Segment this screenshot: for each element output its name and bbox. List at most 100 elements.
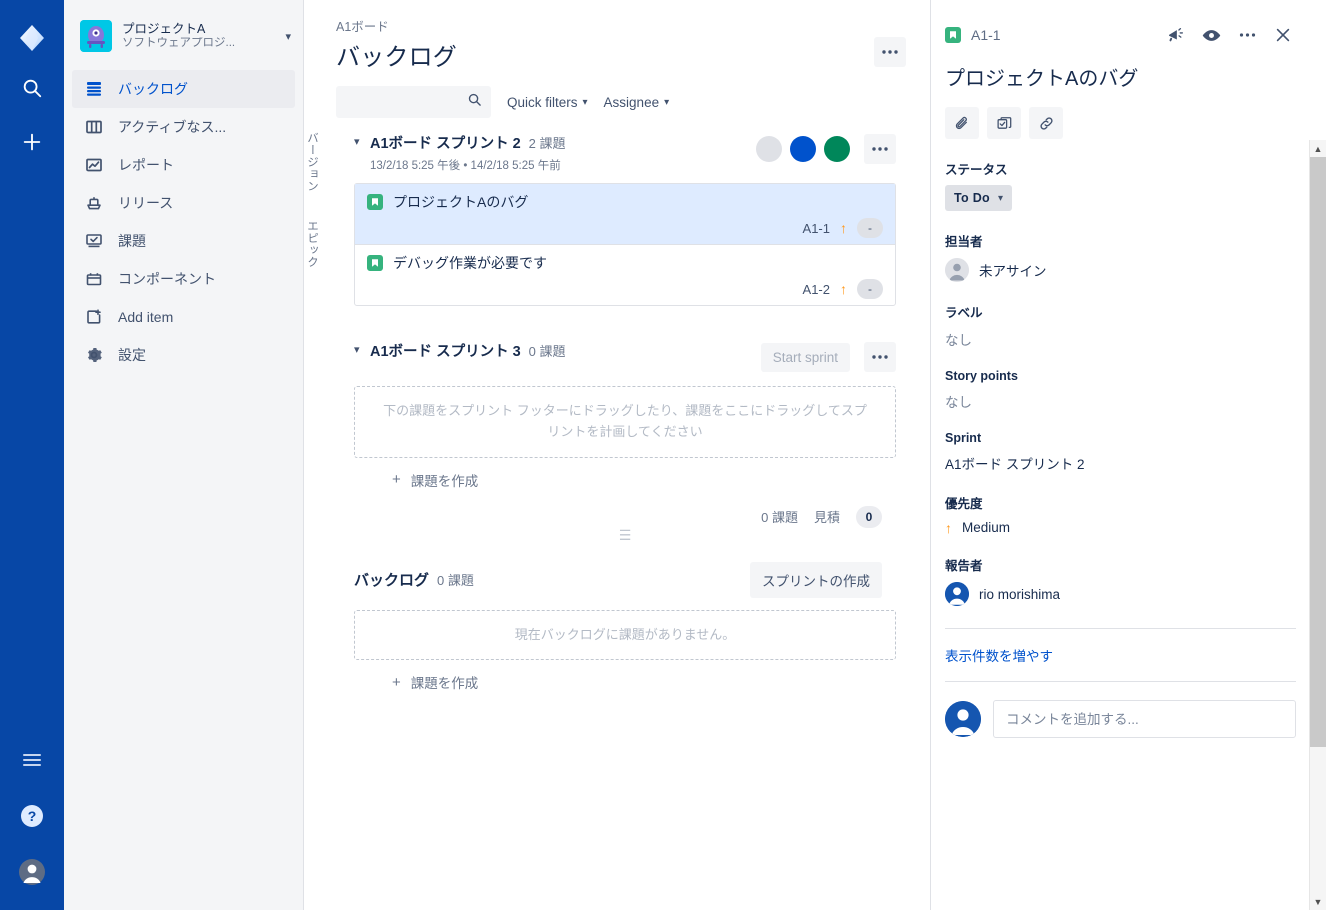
- watch-eye-icon[interactable]: [1198, 22, 1224, 48]
- close-icon[interactable]: [1270, 22, 1296, 48]
- project-sidebar: プロジェクトA ソフトウェアプロジ... ▾ バックログ アクティブなス...: [64, 0, 304, 910]
- create-icon[interactable]: [12, 122, 52, 162]
- sprint-title-row: A1ボード スプリント 3 0 課題: [370, 340, 761, 361]
- project-text: プロジェクトA ソフトウェアプロジ...: [122, 22, 275, 50]
- page-more-button[interactable]: [874, 37, 906, 67]
- reporter-value-row[interactable]: rio morishima: [945, 582, 1296, 606]
- scrollbar-thumb[interactable]: [1310, 157, 1326, 747]
- sprint-issue-list: プロジェクトAのバグ A1-1 ↑ - デバッグ作業が必要です A1-2 ↑ -: [354, 183, 896, 306]
- jira-logo[interactable]: [16, 22, 48, 54]
- story-points-field: Story points なし: [945, 369, 1296, 411]
- story-icon: [367, 194, 383, 210]
- project-switcher[interactable]: プロジェクトA ソフトウェアプロジ... ▾: [64, 16, 303, 56]
- drag-handle-icon[interactable]: ☰: [619, 528, 632, 542]
- issue-key[interactable]: A1-1: [803, 221, 830, 236]
- sidebar-item-active-sprints[interactable]: アクティブなス...: [72, 108, 295, 146]
- scroll-up-arrow-icon[interactable]: ▲: [1310, 140, 1326, 157]
- priority-medium-up-arrow-icon[interactable]: ↑: [840, 282, 847, 296]
- breadcrumb[interactable]: A1ボード: [336, 16, 906, 35]
- table-row[interactable]: デバッグ作業が必要です A1-2 ↑ -: [355, 245, 895, 305]
- child-issue-icon[interactable]: [987, 107, 1021, 139]
- status-dot-inprogress[interactable]: [790, 136, 816, 162]
- sprint-more-button[interactable]: [864, 134, 896, 164]
- menu-icon[interactable]: [12, 740, 52, 780]
- priority-medium-up-arrow-icon[interactable]: ↑: [840, 221, 847, 235]
- status-badge[interactable]: To Do ▾: [945, 185, 1013, 211]
- sidebar-item-reports[interactable]: レポート: [72, 146, 295, 184]
- create-issue-button[interactable]: + 課題を作成: [354, 660, 896, 692]
- table-row[interactable]: プロジェクトAのバグ A1-1 ↑ -: [355, 184, 895, 245]
- detail-header: A1-1: [945, 22, 1296, 48]
- chevron-down-icon[interactable]: ▾: [285, 30, 293, 43]
- detail-quick-actions: [945, 107, 1296, 139]
- sprint-footer-estimate-value[interactable]: 0: [856, 505, 882, 528]
- chevron-down-icon[interactable]: ▾: [354, 340, 370, 356]
- sprint-header-right: Start sprint: [760, 340, 896, 372]
- board-scroll-area: バージョン エピック ▾ A1ボード スプリント 2 2 課題 13/2/18 …: [304, 118, 930, 910]
- chevron-down-icon[interactable]: ▾: [354, 132, 370, 148]
- reporter-value: rio morishima: [979, 586, 1061, 602]
- sidebar-item-label: 課題: [118, 233, 146, 249]
- sidebar-item-add-item[interactable]: Add item: [72, 298, 295, 336]
- feedback-megaphone-icon[interactable]: [1162, 22, 1188, 48]
- comment-input[interactable]: [993, 700, 1296, 738]
- more-icon[interactable]: [1234, 22, 1260, 48]
- avatar: [945, 701, 981, 737]
- sidebar-item-releases[interactable]: リリース: [72, 184, 295, 222]
- sidebar-item-backlog[interactable]: バックログ: [72, 70, 295, 108]
- sprint-title[interactable]: A1ボード スプリント 2: [370, 132, 521, 153]
- labels-value[interactable]: なし: [945, 329, 1296, 349]
- detail-issue-key[interactable]: A1-1: [971, 27, 1001, 43]
- story-points-value[interactable]: なし: [945, 391, 1296, 411]
- reporter-field: 報告者 rio morishima: [945, 555, 1296, 606]
- assignee-label: 担当者: [945, 235, 983, 249]
- create-sprint-button[interactable]: スプリントの作成: [750, 561, 882, 598]
- sidebar-item-label: コンポーネント: [118, 271, 216, 287]
- issue-estimate[interactable]: -: [857, 279, 883, 299]
- sprint-issue-count: 0 課題: [528, 344, 566, 359]
- scrollbar[interactable]: ▲ ▼: [1309, 140, 1326, 910]
- sprint-dropzone[interactable]: 下の課題をスプリント フッターにドラッグしたり、課題をここにドラッグしてスプリン…: [354, 386, 896, 458]
- sprint-info: A1ボード スプリント 3 0 課題: [370, 340, 761, 361]
- quick-filters-dropdown[interactable]: Quick filters ▾: [507, 95, 588, 110]
- scroll-down-arrow-icon[interactable]: ▼: [1310, 893, 1326, 910]
- start-sprint-button[interactable]: Start sprint: [760, 342, 850, 372]
- sidebar-item-components[interactable]: コンポーネント: [72, 260, 295, 298]
- create-issue-button[interactable]: + 課題を作成: [354, 458, 896, 490]
- profile-icon[interactable]: [12, 852, 52, 892]
- sidebar-item-label: バックログ: [118, 81, 188, 97]
- story-icon: [367, 255, 383, 271]
- search-icon[interactable]: [12, 68, 52, 108]
- sprint-title[interactable]: A1ボード スプリント 3: [370, 340, 521, 361]
- link-issue-icon[interactable]: [1029, 107, 1063, 139]
- issue-summary: デバッグ作業が必要です: [393, 255, 547, 271]
- issue-estimate[interactable]: -: [857, 218, 883, 238]
- create-issue-label: 課題を作成: [410, 676, 479, 692]
- search-input[interactable]: [345, 94, 467, 110]
- assignee-value-row[interactable]: 未アサイン: [945, 258, 1296, 282]
- sidebar-item-label: Add item: [118, 309, 174, 325]
- backlog-section: バックログ 0 課題 スプリントの作成 現在バックログに課題がありません。 + …: [354, 561, 896, 693]
- issue-key[interactable]: A1-2: [803, 282, 830, 297]
- sprint-footer-count: 0 課題: [761, 510, 798, 526]
- assignee-dropdown[interactable]: Assignee ▾: [604, 95, 670, 110]
- show-more-link[interactable]: 表示件数を増やす: [945, 629, 1296, 681]
- sidebar-item-issues[interactable]: 課題: [72, 222, 295, 260]
- status-dot-done[interactable]: [824, 136, 850, 162]
- help-icon[interactable]: ?: [12, 796, 52, 836]
- detail-issue-title[interactable]: プロジェクトAのバグ: [945, 62, 1296, 91]
- backlog-empty-dropzone[interactable]: 現在バックログに課題がありません。: [354, 609, 896, 661]
- attach-paperclip-icon[interactable]: [945, 107, 979, 139]
- sprint-header-right: [756, 132, 896, 164]
- avatar-user-icon: [945, 582, 969, 606]
- page-title: バックログ: [336, 44, 457, 71]
- status-dot-todo[interactable]: [756, 136, 782, 162]
- project-avatar-icon: [80, 20, 112, 52]
- search-box[interactable]: [336, 86, 491, 118]
- sprint-more-button[interactable]: [864, 342, 896, 372]
- releases-ship-icon: [84, 193, 104, 213]
- sprint-footer: 0 課題 見積 0 ☰: [354, 490, 896, 542]
- sidebar-item-settings[interactable]: 設定: [72, 336, 295, 374]
- priority-value-row[interactable]: ↑ Medium: [945, 520, 1296, 535]
- sprint-value[interactable]: A1ボード スプリント 2: [945, 453, 1296, 473]
